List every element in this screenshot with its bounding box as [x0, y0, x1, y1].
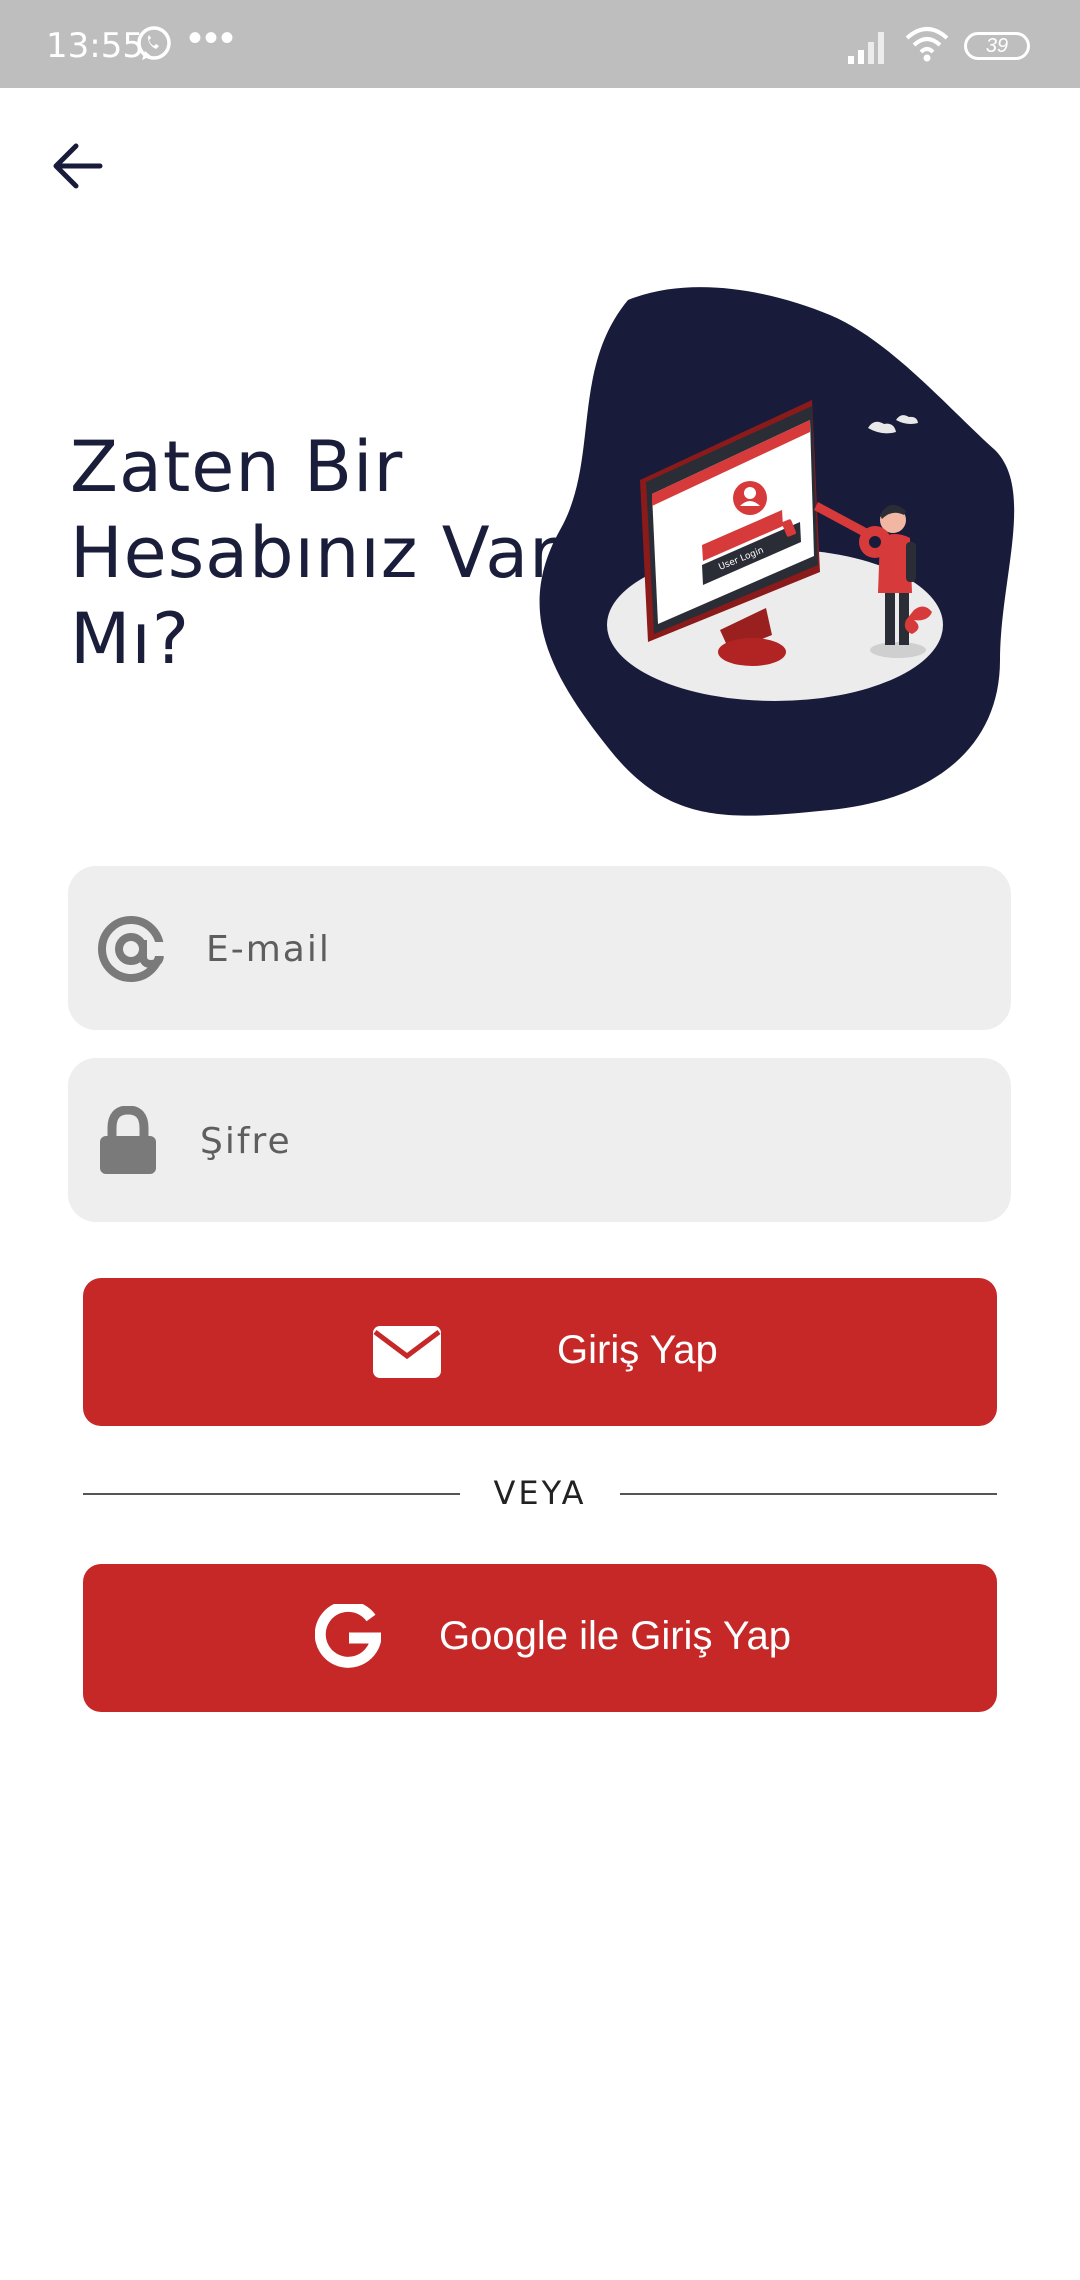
page-title: Zaten Bir Hesabınız Var Mı? [70, 424, 570, 682]
divider-line-right [620, 1493, 997, 1495]
password-field[interactable] [68, 1058, 1011, 1222]
lock-icon [100, 1106, 156, 1174]
more-dots-icon: ••• [188, 16, 237, 60]
password-input[interactable] [198, 1098, 962, 1184]
google-button-label: Google ile Giriş Yap [439, 1614, 792, 1658]
whatsapp-icon [137, 26, 171, 60]
arrow-left-icon[interactable] [50, 138, 106, 194]
email-input[interactable] [204, 906, 968, 992]
wifi-icon [905, 27, 949, 62]
signal-icon [848, 32, 884, 64]
divider-line-left [83, 1493, 460, 1495]
battery-icon: 39 [964, 32, 1030, 60]
status-time: 13:55 [46, 26, 144, 66]
google-login-button[interactable]: Google ile Giriş Yap [83, 1564, 997, 1712]
title-line-2: Hesabınız Var [70, 512, 559, 594]
email-field[interactable] [68, 866, 1011, 1030]
login-illustration: User Login [539, 287, 1015, 816]
google-icon [315, 1604, 381, 1668]
at-sign-icon [98, 916, 168, 982]
login-button-label: Giriş Yap [557, 1328, 718, 1372]
title-line-3: Mı? [70, 598, 190, 680]
title-line-1: Zaten Bir [70, 426, 404, 508]
envelope-icon [373, 1326, 441, 1378]
status-bar: 13:55 ••• 39 [0, 0, 1080, 88]
battery-level: 39 [985, 35, 1009, 57]
login-button[interactable]: Giriş Yap [83, 1278, 997, 1426]
divider-label: VEYA [493, 1474, 587, 1512]
